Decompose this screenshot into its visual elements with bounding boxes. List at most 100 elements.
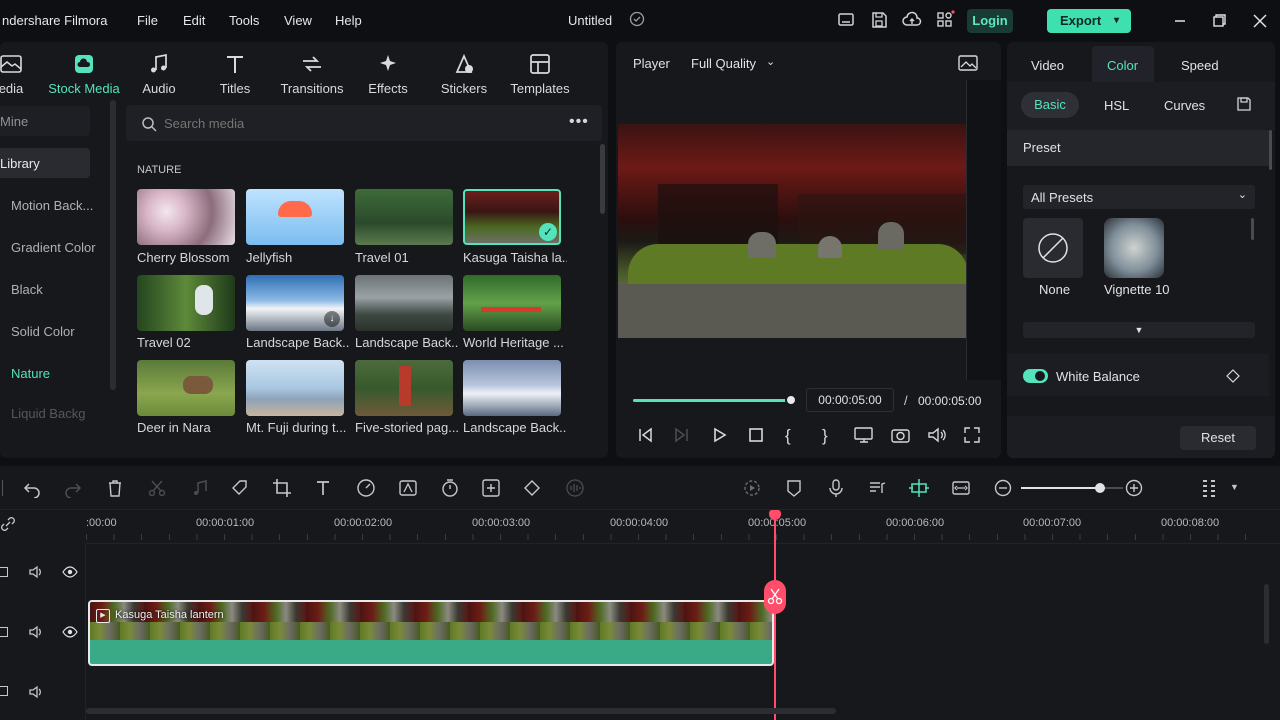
thumb-landscape-background-2[interactable] <box>355 275 453 331</box>
thumb-travel-02[interactable] <box>137 275 235 331</box>
ai-portrait-icon[interactable] <box>398 478 420 500</box>
tab-media[interactable]: edia <box>0 52 46 96</box>
tab-stock-media[interactable]: Stock Media <box>48 52 120 96</box>
auto-reframe-icon[interactable] <box>481 478 503 500</box>
white-balance-toggle[interactable] <box>1023 369 1048 383</box>
save-icon[interactable] <box>869 10 891 32</box>
eye-icon[interactable] <box>62 624 78 640</box>
reset-button[interactable]: Reset <box>1180 426 1256 450</box>
snapshot-view-icon[interactable] <box>958 54 978 72</box>
sidebar-item-black[interactable]: Black <box>11 282 43 297</box>
sidebar-scrollbar[interactable] <box>110 100 116 390</box>
lock-icon[interactable] <box>0 627 8 637</box>
fit-timeline-icon[interactable] <box>951 478 973 500</box>
zoom-slider-handle[interactable] <box>1094 483 1105 493</box>
tab-stickers[interactable]: Stickers <box>429 52 499 96</box>
undo-icon[interactable] <box>22 478 44 500</box>
lock-icon[interactable] <box>0 567 8 577</box>
tab-transitions[interactable]: Transitions <box>277 52 347 96</box>
speaker-icon[interactable] <box>28 684 44 700</box>
save-preset-icon[interactable] <box>1236 96 1252 112</box>
video-preview[interactable] <box>618 124 968 338</box>
maximize-icon[interactable] <box>1209 11 1231 33</box>
tab-titles[interactable]: Titles <box>200 52 270 96</box>
monitor-icon[interactable] <box>836 10 858 32</box>
sidebar-item-liquid-backgrounds[interactable]: Liquid Backg <box>11 406 85 421</box>
timer-icon[interactable] <box>440 478 462 500</box>
thumb-travel-01[interactable] <box>355 189 453 245</box>
subtab-basic[interactable]: Basic <box>1021 92 1079 118</box>
audio-wave-icon[interactable] <box>565 478 587 500</box>
sidebar-item-library[interactable]: Library <box>0 148 90 178</box>
snap-magnet-icon[interactable] <box>908 478 930 500</box>
timeline-h-scrollbar[interactable] <box>86 708 836 714</box>
tab-audio[interactable]: Audio <box>124 52 194 96</box>
preset-vignette-10[interactable] <box>1104 218 1164 278</box>
render-preview-icon[interactable] <box>854 426 876 448</box>
login-button[interactable]: Login <box>967 9 1013 33</box>
close-icon[interactable] <box>1250 11 1272 33</box>
stop-icon[interactable] <box>747 426 769 448</box>
menu-edit[interactable]: Edit <box>183 13 205 28</box>
fullscreen-icon[interactable] <box>963 426 985 448</box>
voiceover-list-icon[interactable] <box>867 478 889 500</box>
thumb-world-heritage[interactable] <box>463 275 561 331</box>
render-icon[interactable] <box>742 478 764 500</box>
marker-shield-icon[interactable] <box>784 478 806 500</box>
mark-out-icon[interactable]: } <box>822 426 844 448</box>
preset-scrollbar[interactable] <box>1251 218 1254 240</box>
thumb-five-storied-pagoda[interactable] <box>355 360 453 416</box>
eye-icon[interactable] <box>62 564 78 580</box>
props-scrollbar[interactable] <box>1269 130 1272 170</box>
video-clip[interactable]: ▶ Kasuga Taisha lantern <box>88 600 774 666</box>
thumb-landscape-background-3[interactable] <box>463 360 561 416</box>
more-options-icon[interactable]: ••• <box>569 113 589 131</box>
time-ruler[interactable] <box>86 510 1280 544</box>
sidebar-item-mine[interactable]: Mine <box>0 106 90 136</box>
download-icon[interactable]: ↓ <box>324 311 340 327</box>
speed-icon[interactable] <box>356 478 378 500</box>
mark-in-icon[interactable]: { <box>785 426 807 448</box>
microphone-icon[interactable] <box>826 478 848 500</box>
tab-templates[interactable]: Templates <box>505 52 575 96</box>
quality-dropdown[interactable]: Full Quality ⌄ <box>684 50 780 76</box>
redo-icon[interactable] <box>63 478 85 500</box>
subtab-hsl[interactable]: HSL <box>1104 98 1129 113</box>
next-frame-icon[interactable] <box>673 426 695 448</box>
menu-tools[interactable]: Tools <box>229 13 259 28</box>
camera-snapshot-icon[interactable] <box>891 426 913 448</box>
playback-progress-handle[interactable] <box>785 394 797 406</box>
zoom-slider-track[interactable] <box>1021 483 1123 493</box>
tag-icon[interactable] <box>230 478 252 500</box>
menu-help[interactable]: Help <box>335 13 362 28</box>
crop-icon[interactable] <box>272 478 294 500</box>
sidebar-item-motion-backgrounds[interactable]: Motion Back... <box>11 198 93 213</box>
keyframe-icon[interactable] <box>522 478 544 500</box>
preset-expand[interactable]: ▼ <box>1023 322 1255 338</box>
keyframe-diamond-icon[interactable] <box>1226 369 1240 383</box>
sidebar-item-solid-color[interactable]: Solid Color <box>11 324 75 339</box>
thumb-kasuga-taisha-selected[interactable]: ✓ <box>463 189 561 245</box>
previous-frame-icon[interactable] <box>636 426 658 448</box>
timeline-v-scrollbar[interactable] <box>1264 584 1269 644</box>
lock-icon[interactable] <box>0 686 8 696</box>
thumb-deer-in-nara[interactable] <box>137 360 235 416</box>
minimize-icon[interactable] <box>1170 11 1192 33</box>
playhead[interactable] <box>774 510 776 720</box>
thumb-mt-fuji[interactable] <box>246 360 344 416</box>
tab-color[interactable]: Color <box>1092 46 1154 82</box>
menu-view[interactable]: View <box>284 13 312 28</box>
export-button[interactable]: Export ▾ <box>1047 9 1131 33</box>
subtab-curves[interactable]: Curves <box>1164 98 1205 113</box>
text-tool-icon[interactable] <box>314 478 336 500</box>
preset-none[interactable] <box>1023 218 1083 278</box>
audio-detach-icon[interactable] <box>189 478 211 500</box>
tab-video[interactable]: Video <box>1031 58 1064 73</box>
menu-file[interactable]: File <box>137 13 158 28</box>
play-icon[interactable] <box>710 426 732 448</box>
delete-icon[interactable] <box>105 478 127 500</box>
tab-effects[interactable]: Effects <box>353 52 423 96</box>
speaker-icon[interactable] <box>28 564 44 580</box>
preset-dropdown[interactable]: All Presets ⌄ <box>1023 185 1255 209</box>
sidebar-item-gradient-color[interactable]: Gradient Color <box>11 240 96 255</box>
